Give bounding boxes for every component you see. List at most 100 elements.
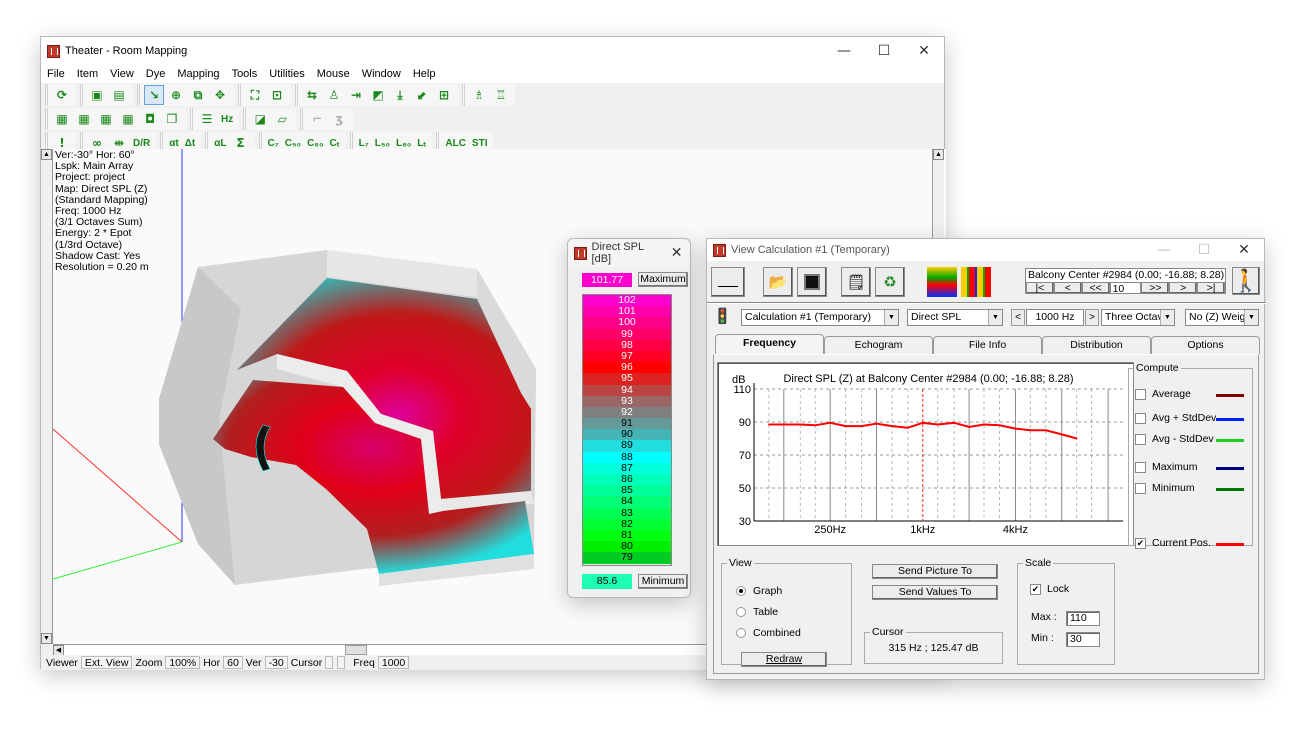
rotate-object-icon[interactable]: ⇆ bbox=[302, 85, 322, 105]
close-button[interactable]: ✕ bbox=[904, 43, 944, 59]
compute-checkbox[interactable] bbox=[1135, 482, 1146, 494]
left-vertical-scrollbar[interactable]: ▲ ▼ bbox=[41, 149, 53, 644]
nav-prev-button[interactable]: < bbox=[1053, 282, 1082, 294]
menu-window[interactable]: Window bbox=[362, 68, 401, 80]
layout-4-icon[interactable]: ▦ bbox=[118, 109, 138, 129]
calc-maximize-button[interactable]: ☐ bbox=[1184, 242, 1224, 258]
calc-minimize-button[interactable]: — bbox=[1144, 242, 1184, 258]
maximum-button[interactable]: Maximum bbox=[638, 272, 688, 287]
radio-button[interactable] bbox=[736, 586, 746, 596]
nav-next10-button[interactable]: >> bbox=[1141, 282, 1170, 294]
weighting-select[interactable]: No (Z) Weigh ▼ bbox=[1185, 309, 1259, 326]
tab-options[interactable]: Options bbox=[1151, 336, 1260, 354]
layout-1-icon[interactable]: ▦ bbox=[52, 109, 72, 129]
legend-close-button[interactable]: ✕ bbox=[663, 245, 690, 261]
layers-icon[interactable]: ❐ bbox=[162, 109, 182, 129]
compute-row[interactable]: Minimum bbox=[1135, 482, 1195, 494]
listener-icon[interactable]: ♙ bbox=[324, 85, 344, 105]
menu-view[interactable]: View bbox=[110, 68, 134, 80]
send-values-button[interactable]: Send Values To bbox=[872, 585, 998, 600]
hz-icon[interactable]: Hz bbox=[219, 109, 235, 129]
open-button[interactable]: 📂 bbox=[763, 267, 793, 297]
freq-next-button[interactable]: > bbox=[1085, 309, 1099, 326]
refresh-icon[interactable]: ⟳ bbox=[52, 85, 72, 105]
menu-utilities[interactable]: Utilities bbox=[269, 68, 304, 80]
download-icon[interactable]: ⤓ bbox=[390, 85, 410, 105]
surface-icon[interactable]: ▱ bbox=[272, 109, 292, 129]
tab-distribution[interactable]: Distribution bbox=[1042, 336, 1151, 354]
lock-checkbox-row[interactable]: ✔ Lock bbox=[1030, 583, 1069, 595]
lock-checkbox[interactable]: ✔ bbox=[1030, 583, 1041, 595]
menu-file[interactable]: File bbox=[47, 68, 65, 80]
layout-5-icon[interactable]: ◘ bbox=[140, 109, 160, 129]
fit-all-icon[interactable]: ⊡ bbox=[267, 85, 287, 105]
menu-mapping[interactable]: Mapping bbox=[177, 68, 219, 80]
pan-icon[interactable]: ✥ bbox=[210, 85, 230, 105]
nav-step-input[interactable]: 10 bbox=[1109, 282, 1142, 295]
redraw-button[interactable]: Redraw bbox=[741, 652, 827, 667]
compute-row[interactable]: ✔ Current Pos. bbox=[1135, 537, 1211, 549]
compute-checkbox[interactable] bbox=[1135, 412, 1146, 424]
select-area-icon[interactable]: ◩ bbox=[368, 85, 388, 105]
radio-button[interactable] bbox=[736, 628, 746, 638]
nav-prev10-button[interactable]: << bbox=[1081, 282, 1110, 294]
notes-button[interactable]: 🗒 bbox=[841, 267, 871, 297]
view-option-graph[interactable]: Graph bbox=[736, 585, 782, 597]
scale-max-input[interactable]: 110 bbox=[1066, 611, 1100, 626]
compute-row[interactable]: Avg - StdDev bbox=[1135, 433, 1214, 445]
move-to-icon[interactable]: ⇥ bbox=[346, 85, 366, 105]
single-map-button[interactable] bbox=[927, 267, 957, 297]
view-option-combined[interactable]: Combined bbox=[736, 627, 801, 639]
horizontal-scroll-thumb[interactable] bbox=[345, 645, 367, 655]
compute-row[interactable]: Average bbox=[1135, 388, 1191, 400]
walker-button[interactable]: 🚶 bbox=[1232, 267, 1260, 295]
frame-icon[interactable]: ⊞ bbox=[434, 85, 454, 105]
nav-next-button[interactable]: > bbox=[1169, 282, 1198, 294]
scroll-up-right-icon[interactable]: ▲ bbox=[933, 149, 944, 160]
compute-checkbox[interactable] bbox=[1135, 461, 1146, 473]
menu-help[interactable]: Help bbox=[413, 68, 436, 80]
menu-dye[interactable]: Dye bbox=[146, 68, 166, 80]
ear-icon[interactable]: ʒ bbox=[329, 109, 349, 129]
nav-last-button[interactable]: >| bbox=[1197, 282, 1225, 294]
maximize-button[interactable]: ☐ bbox=[864, 43, 904, 59]
layout-3-icon[interactable]: ▦ bbox=[96, 109, 116, 129]
band-select[interactable]: Three Octave ▼ bbox=[1101, 309, 1175, 326]
view-export-icon[interactable]: ▣ bbox=[87, 85, 107, 105]
calc-close-button[interactable]: ✕ bbox=[1224, 242, 1264, 258]
menu-item[interactable]: Item bbox=[77, 68, 98, 80]
list-icon[interactable]: ☰ bbox=[197, 109, 217, 129]
frequency-field[interactable]: 1000 Hz bbox=[1026, 309, 1084, 326]
view-import-icon[interactable]: ▤ bbox=[109, 85, 129, 105]
radio-button[interactable] bbox=[736, 607, 746, 617]
frequency-chart[interactable]: 30 50 70 90 110 250Hz 1kHz 4kHz dB Direct SPL (Z)… bbox=[717, 362, 1134, 546]
scale-min-input[interactable]: 30 bbox=[1066, 632, 1100, 647]
menu-tools[interactable]: Tools bbox=[232, 68, 258, 80]
compute-row[interactable]: Avg + StdDev bbox=[1135, 412, 1216, 424]
target-icon[interactable]: ⊕ bbox=[166, 85, 186, 105]
minimize-button[interactable]: — bbox=[824, 43, 864, 59]
minimum-button[interactable]: Minimum bbox=[638, 574, 688, 589]
minimize-panel-button[interactable] bbox=[711, 267, 745, 297]
arrow-diagonal-icon[interactable]: ⬋ bbox=[412, 85, 432, 105]
zoom-extents-icon[interactable]: ⛶ bbox=[245, 85, 265, 105]
compute-row[interactable]: Maximum bbox=[1135, 461, 1198, 473]
microphone-icon[interactable]: ⌐ bbox=[307, 109, 327, 129]
type-select[interactable]: Direct SPL ▼ bbox=[907, 309, 1003, 326]
tab-echogram[interactable]: Echogram bbox=[824, 336, 933, 354]
compute-checkbox[interactable] bbox=[1135, 433, 1146, 445]
send-picture-button[interactable]: Send Picture To bbox=[872, 564, 998, 579]
tab-file-info[interactable]: File Info bbox=[933, 336, 1042, 354]
recycle-button[interactable]: ♻ bbox=[875, 267, 905, 297]
loudspeaker-remove-icon[interactable]: ♖ bbox=[491, 85, 511, 105]
nav-first-button[interactable]: |< bbox=[1026, 282, 1054, 294]
scroll-down-icon[interactable]: ▼ bbox=[41, 633, 52, 644]
calculation-select[interactable]: Calculation #1 (Temporary) ▼ bbox=[741, 309, 899, 326]
zoom-window-icon[interactable]: ⧉ bbox=[188, 85, 208, 105]
compute-checkbox[interactable]: ✔ bbox=[1135, 537, 1146, 549]
multi-map-button[interactable] bbox=[961, 267, 991, 297]
pointer-tool-icon[interactable]: ↘ bbox=[144, 85, 164, 105]
face-icon[interactable]: ◪ bbox=[250, 109, 270, 129]
layout-2-icon[interactable]: ▦ bbox=[74, 109, 94, 129]
view-option-table[interactable]: Table bbox=[736, 606, 778, 618]
